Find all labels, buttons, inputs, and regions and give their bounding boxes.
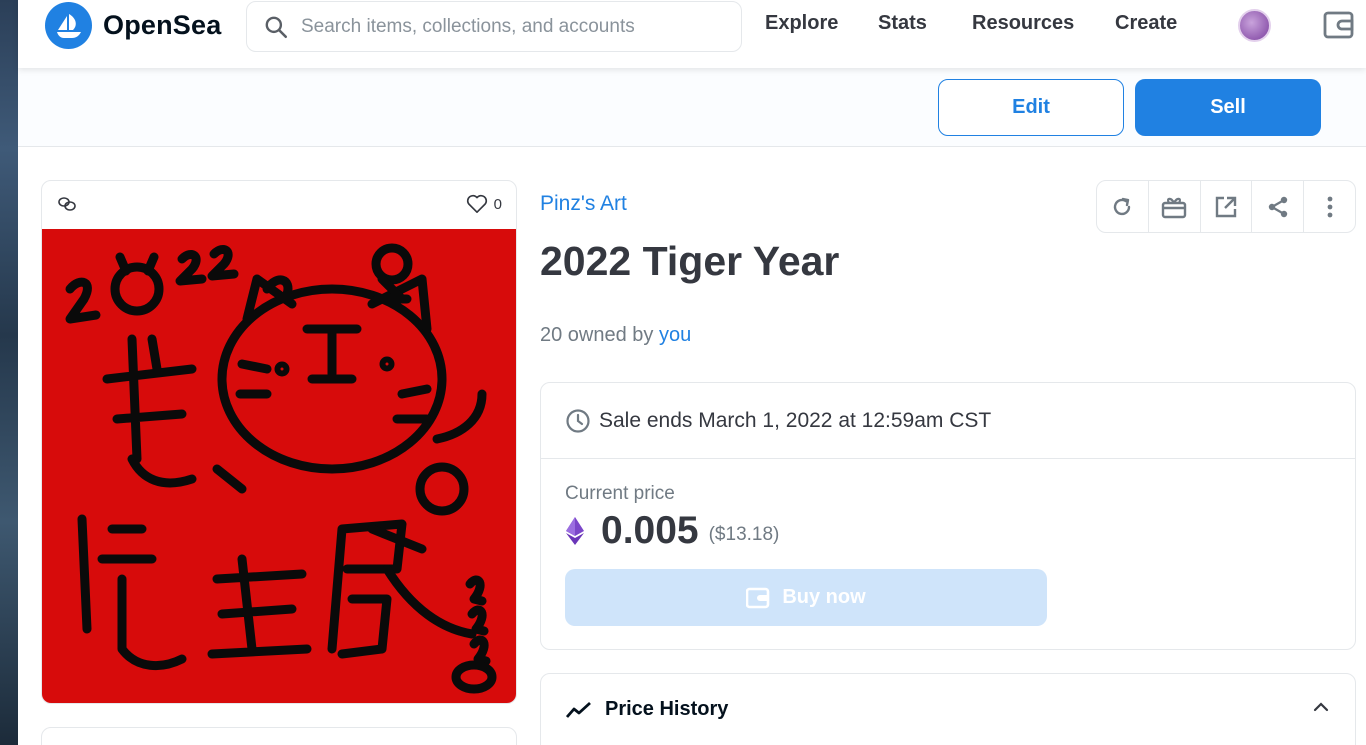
description-card (41, 727, 517, 745)
asset-image-card: 0 (41, 180, 517, 704)
asset-title: 2022 Tiger Year (540, 238, 840, 284)
buy-now-label: Buy now (782, 586, 866, 608)
sale-card: Sale ends March 1, 2022 at 12:59am CST C… (540, 382, 1356, 650)
chevron-up-icon[interactable] (1313, 702, 1329, 712)
nav-resources[interactable]: Resources (972, 12, 1074, 35)
opensea-logo[interactable]: OpenSea (45, 2, 221, 49)
ethereum-icon (566, 517, 584, 545)
price-history-header: Price History (565, 698, 728, 721)
avatar[interactable] (1238, 9, 1271, 42)
transfer-button[interactable] (1149, 181, 1201, 232)
search-bar[interactable] (246, 1, 742, 52)
asset-artwork[interactable] (42, 229, 516, 703)
chain-link-icon[interactable] (57, 195, 77, 213)
owned-count-text: 20 owned by (540, 324, 654, 346)
price-usd: ($13.18) (708, 524, 780, 545)
clock-icon (566, 408, 590, 433)
current-price-label: Current price (565, 483, 675, 504)
wallet-icon[interactable] (1323, 10, 1355, 45)
opensea-page: OpenSea Explore Stats Resources Create E… (18, 0, 1366, 745)
opensea-logo-icon (45, 2, 92, 49)
wallet-icon (746, 587, 770, 608)
top-navbar: OpenSea Explore Stats Resources Create (18, 0, 1366, 68)
share-icon (1268, 196, 1287, 217)
price-row: 0.005 ($13.18) (565, 509, 779, 553)
search-icon (265, 16, 288, 38)
desktop-background (0, 0, 18, 745)
refresh-button[interactable] (1097, 181, 1149, 232)
heart-icon (466, 194, 487, 213)
nav-explore[interactable]: Explore (765, 12, 838, 35)
price-history-title: Price History (605, 698, 729, 720)
share-button[interactable] (1252, 181, 1305, 232)
favorite-button[interactable]: 0 (466, 194, 502, 214)
asset-toolbar (1096, 180, 1356, 233)
nav-create[interactable]: Create (1115, 12, 1177, 35)
open-external-button[interactable] (1201, 181, 1253, 232)
more-vertical-icon (1327, 196, 1332, 217)
asset-image-header: 0 (42, 181, 516, 229)
sale-end-row: Sale ends March 1, 2022 at 12:59am CST (541, 383, 1355, 459)
search-input[interactable] (301, 15, 721, 38)
owner-link[interactable]: you (659, 324, 691, 346)
edit-button[interactable]: Edit (938, 79, 1124, 136)
refresh-icon (1114, 197, 1131, 215)
ownership-info: 20 owned by you (540, 324, 691, 347)
sell-button[interactable]: Sell (1135, 79, 1321, 136)
collection-link[interactable]: Pinz's Art (540, 192, 627, 216)
owner-action-bar: Edit Sell (18, 68, 1366, 147)
nav-stats[interactable]: Stats (878, 12, 927, 35)
more-options-button[interactable] (1304, 181, 1355, 232)
logo-text: OpenSea (103, 10, 222, 40)
sale-end-text: Sale ends March 1, 2022 at 12:59am CST (599, 408, 992, 432)
gift-icon (1161, 197, 1187, 218)
external-link-icon (1215, 196, 1237, 217)
favorite-count: 0 (493, 195, 502, 213)
trend-line-icon (565, 701, 591, 718)
buy-now-button[interactable]: Buy now (565, 569, 1047, 626)
price-history-panel[interactable]: Price History (540, 673, 1356, 745)
price-value: 0.005 (601, 509, 699, 552)
